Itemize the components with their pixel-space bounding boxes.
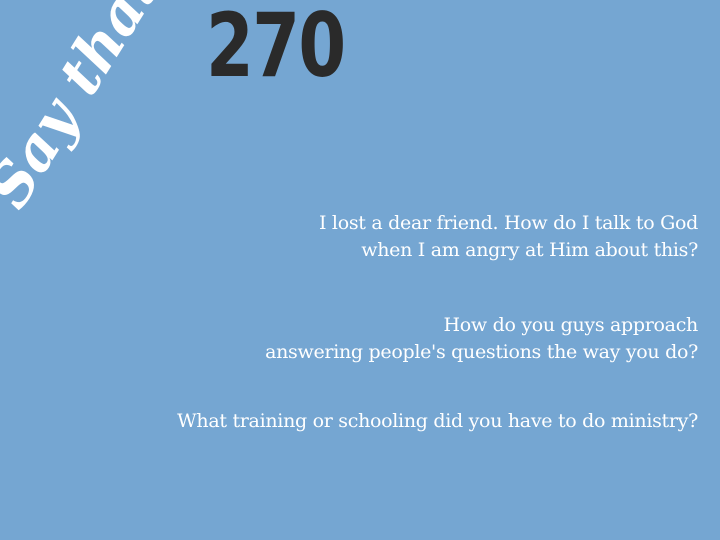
question-2: How do you guys approach answering peopl… [98, 312, 698, 366]
question-3: What training or schooling did you have … [98, 408, 698, 435]
question-1-line-2: when I am angry at Him about this? [361, 239, 698, 261]
question-2-line-2: answering people's questions the way you… [265, 341, 698, 363]
question-1: I lost a dear friend. How do I talk to G… [98, 210, 698, 264]
question-2-line-1: How do you guys approach [443, 314, 698, 336]
episode-number: 270 [206, 0, 346, 97]
say-that-logo: Say that. [0, 0, 185, 220]
question-1-line-1: I lost a dear friend. How do I talk to G… [318, 212, 698, 234]
question-3-line-1: What training or schooling did you have … [177, 410, 698, 432]
question-list: I lost a dear friend. How do I talk to G… [98, 210, 698, 435]
say-that-logo-text: Say that. [0, 0, 184, 219]
